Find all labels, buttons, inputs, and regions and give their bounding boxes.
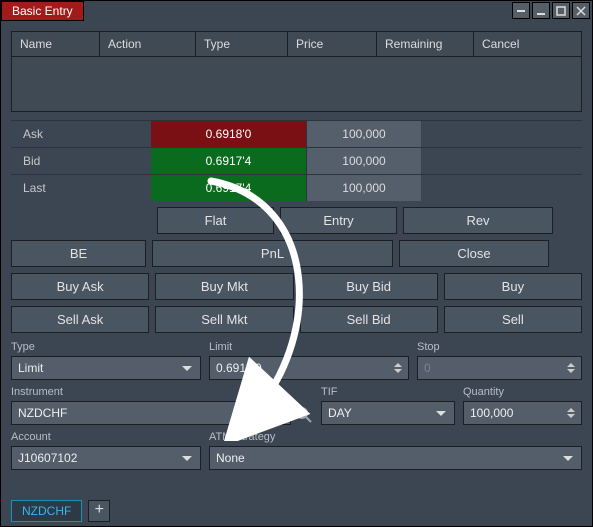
col-cancel[interactable]: Cancel — [474, 32, 581, 56]
sell-bid-button[interactable]: Sell Bid — [300, 306, 438, 333]
col-price[interactable]: Price — [288, 32, 377, 56]
instrument-input[interactable]: NZDCHF — [11, 401, 291, 425]
close-button[interactable] — [572, 2, 590, 19]
account-select[interactable]: J10607102 — [11, 446, 201, 470]
sell-button[interactable]: Sell — [444, 306, 582, 333]
instrument-tab[interactable]: NZDCHF — [11, 500, 82, 522]
stop-label: Stop — [417, 341, 582, 353]
atm-select[interactable]: None — [209, 446, 582, 470]
last-size[interactable]: 100,000 — [306, 175, 421, 201]
title-bar: Basic Entry — [1, 1, 592, 21]
window-title: Basic Entry — [1, 1, 84, 21]
ask-size[interactable]: 100,000 — [306, 121, 421, 147]
price-label: Last — [11, 175, 151, 201]
buy-bid-button[interactable]: Buy Bid — [300, 273, 438, 300]
search-icon[interactable] — [295, 406, 313, 424]
price-label: Bid — [11, 148, 151, 174]
rev-button[interactable]: Rev — [403, 207, 553, 234]
flat-button[interactable]: Flat — [157, 207, 274, 234]
be-button[interactable]: BE — [11, 240, 146, 267]
bid-size[interactable]: 100,000 — [306, 148, 421, 174]
col-remaining[interactable]: Remaining — [377, 32, 474, 56]
sell-ask-button[interactable]: Sell Ask — [11, 306, 149, 333]
unpin-button[interactable] — [512, 2, 530, 19]
bid-price[interactable]: 0.6917'4 — [151, 148, 306, 174]
maximize-button[interactable] — [552, 2, 570, 19]
quantity-label: Quantity — [463, 386, 582, 398]
add-tab-button[interactable]: + — [88, 500, 110, 522]
buy-mkt-button[interactable]: Buy Mkt — [155, 273, 293, 300]
tif-select[interactable]: DAY — [321, 401, 455, 425]
sell-mkt-button[interactable]: Sell Mkt — [155, 306, 293, 333]
price-row-bid: Bid 0.6917'4 100,000 — [11, 147, 582, 174]
orders-grid-body — [12, 57, 581, 111]
col-type[interactable]: Type — [196, 32, 288, 56]
atm-label: ATM Strategy — [209, 431, 582, 443]
quantity-input[interactable]: 100,000 — [463, 401, 582, 425]
minimize-button[interactable] — [532, 2, 550, 19]
entry-button[interactable]: Entry — [280, 207, 397, 234]
col-name[interactable]: Name — [12, 32, 100, 56]
price-row-last: Last 0.6917'4 100,000 — [11, 174, 582, 201]
pnl-button[interactable]: PnL — [152, 240, 393, 267]
buy-button[interactable]: Buy — [444, 273, 582, 300]
tif-label: TIF — [321, 386, 455, 398]
stop-input: 0 — [417, 356, 582, 380]
price-label: Ask — [11, 121, 151, 147]
col-action[interactable]: Action — [100, 32, 196, 56]
instrument-label: Instrument — [11, 386, 291, 398]
account-label: Account — [11, 431, 201, 443]
limit-label: Limit — [209, 341, 409, 353]
orders-grid: Name Action Type Price Remaining Cancel — [11, 31, 582, 112]
price-row-ask: Ask 0.6918'0 100,000 — [11, 120, 582, 147]
close-position-button[interactable]: Close — [399, 240, 549, 267]
buy-ask-button[interactable]: Buy Ask — [11, 273, 149, 300]
limit-input[interactable]: 0.6918'0 — [209, 356, 409, 380]
ask-price[interactable]: 0.6918'0 — [151, 121, 306, 147]
last-price[interactable]: 0.6917'4 — [151, 175, 306, 201]
type-label: Type — [11, 341, 201, 353]
type-select[interactable]: Limit — [11, 356, 201, 380]
